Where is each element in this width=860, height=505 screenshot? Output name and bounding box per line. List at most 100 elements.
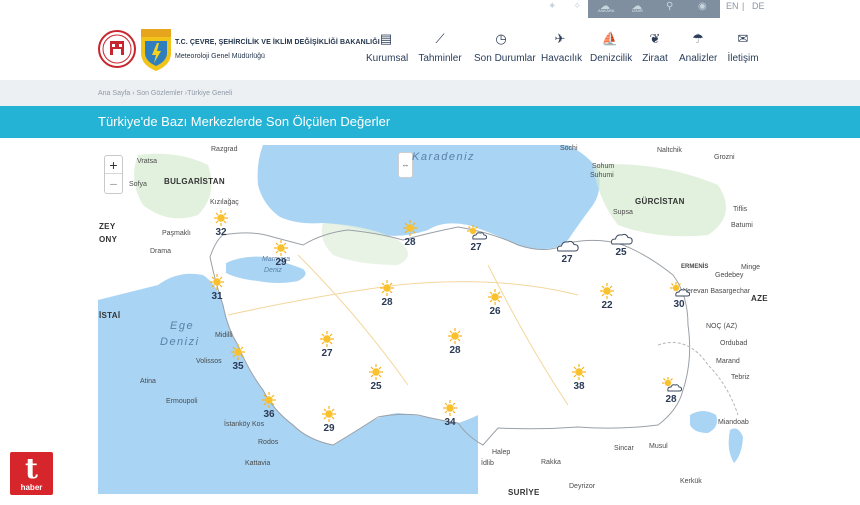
sun-icon: [395, 219, 425, 237]
station-diyarbakir[interactable]: 38: [564, 363, 594, 393]
nav-label: Tahminler: [418, 53, 462, 64]
nav-label: İletişim: [727, 53, 759, 64]
station-temp: 28: [404, 237, 416, 248]
nav-ziraat[interactable]: ❦ Ziraat: [641, 30, 669, 64]
station-temp: 30: [673, 299, 685, 310]
station-kars[interactable]: 30: [664, 281, 694, 311]
station-temp: 29: [323, 423, 335, 434]
label-kerkuk: Kerkük: [680, 478, 702, 485]
lang-en[interactable]: EN: [726, 1, 739, 11]
ministry-logo[interactable]: [98, 27, 136, 71]
nav-label: Son Durumlar: [474, 53, 536, 64]
top-bar: ✦ ✧ ☁ ANKARA ☁ İZMİR ⚲ ◉ EN | DE: [0, 0, 860, 18]
station-erzurum[interactable]: 22: [592, 282, 622, 312]
label-miandoab: Miandoab: [718, 419, 749, 426]
ankara-label: ANKARA: [598, 8, 615, 13]
microphone-icon[interactable]: ⚲: [666, 1, 673, 12]
nav-analizler[interactable]: ☂ Analizler: [679, 30, 717, 64]
station-van[interactable]: 28: [656, 376, 686, 406]
label-atina: Atina: [140, 378, 156, 385]
station-kayseri[interactable]: 28: [440, 327, 470, 357]
sun-icon: [202, 273, 232, 291]
station-temp: 36: [263, 409, 275, 420]
zoom-in-button[interactable]: +: [105, 156, 122, 174]
station-antalya[interactable]: 29: [314, 405, 344, 435]
label-volissos: Volissos: [196, 358, 222, 365]
haber-badge[interactable]: t haber: [10, 452, 53, 495]
zoom-out-button[interactable]: −: [105, 175, 122, 193]
station-temp: 28: [449, 345, 461, 356]
nav-kurumsal[interactable]: ▤ Kurumsal: [366, 30, 409, 64]
nav-son-durumlar[interactable]: ◷ Son Durumlar: [474, 30, 536, 64]
station-giresun[interactable]: 27: [552, 236, 582, 266]
clock-icon: ◷: [495, 31, 507, 46]
nav-label: Analizler: [679, 53, 718, 64]
nav-havacilik[interactable]: ✈ Havacılık: [541, 30, 583, 64]
breadcrumb[interactable]: Ana Sayfa › Son Gözlemler ›Türkiye Genel…: [98, 90, 232, 97]
station-rize[interactable]: 25: [606, 229, 636, 259]
weather-shortcuts: ☁ ANKARA ☁ İZMİR ⚲ ◉: [588, 0, 720, 18]
label-kattavia: Kattavia: [245, 460, 271, 467]
label-edge-right-2: AZE: [751, 294, 768, 303]
collapse-toggle-button[interactable]: ↔: [398, 152, 413, 178]
sun-icon: [592, 282, 622, 300]
station-samsun[interactable]: 27: [461, 224, 491, 254]
label-kizilagac: Kızılağaç: [210, 199, 239, 206]
weather-icon: ☂: [692, 31, 704, 46]
label-tiflis: Tiflis: [733, 206, 748, 213]
nav-denizcilik[interactable]: ⛵ Denizcilik: [590, 30, 633, 64]
meteoroloji-logo[interactable]: [141, 29, 171, 71]
station-kastamonu[interactable]: 28: [395, 219, 425, 249]
nav-label: Havacılık: [541, 53, 583, 64]
izmir-label: İZMİR: [632, 8, 643, 13]
nav-iletisim[interactable]: ✉ İletişim: [727, 30, 759, 64]
nav-tahminler[interactable]: ⟋ Tahminler: [418, 30, 462, 64]
station-istanbul[interactable]: 29: [266, 239, 296, 269]
label-edge-right-1: Minge: [741, 264, 761, 271]
station-mugla[interactable]: 36: [254, 391, 284, 421]
label-pasmakli: Paşmaklı: [162, 230, 191, 237]
twitter-icon[interactable]: ✧: [573, 1, 581, 12]
sun-icon: [564, 363, 594, 381]
label-batumi: Batumi: [731, 222, 753, 229]
nav-label: Kurumsal: [366, 53, 409, 64]
sun-icon: [312, 330, 342, 348]
page-title: Türkiye'de Bazı Merkezlerde Son Ölçülen …: [98, 114, 391, 129]
accessibility-eye-icon[interactable]: ◉: [698, 1, 707, 12]
sun-icon: [314, 405, 344, 423]
label-rakka: Rakka: [541, 459, 561, 466]
station-izmir[interactable]: 35: [223, 343, 253, 373]
station-temp: 27: [470, 242, 482, 253]
station-canakkale[interactable]: 31: [202, 273, 232, 303]
station-sivas[interactable]: 26: [480, 288, 510, 318]
label-ege-1: Ege: [170, 320, 195, 332]
facebook-icon[interactable]: ✦: [548, 1, 556, 12]
sun-icon: [206, 209, 236, 227]
label-drama: Drama: [150, 248, 172, 255]
label-vratsa: Vratsa: [137, 158, 157, 165]
badge-text: haber: [20, 483, 43, 492]
station-temp: 28: [381, 297, 393, 308]
station-afyon[interactable]: 27: [312, 330, 342, 360]
station-temp: 35: [232, 361, 244, 372]
label-bulgaristan: BULGARİSTAN: [164, 177, 225, 186]
station-temp: 28: [665, 394, 677, 405]
label-gedebey: Gedebey: [715, 272, 744, 279]
label-marand: Marand: [716, 358, 740, 365]
station-edirne[interactable]: 32: [206, 209, 236, 239]
station-adana[interactable]: 34: [435, 399, 465, 429]
partly-cloudy-icon: [461, 224, 491, 242]
label-midilli: Midilli: [215, 332, 233, 339]
cloud-icon: [552, 236, 582, 254]
label-ermoupoli: Ermoupoli: [166, 398, 198, 405]
lang-de[interactable]: DE: [752, 1, 765, 11]
nav-label: Denizcilik: [590, 53, 633, 64]
station-ankara[interactable]: 28: [372, 279, 402, 309]
label-suriye: SURİYE: [508, 488, 540, 497]
label-edge-left-2: ONY: [99, 235, 118, 244]
chart-icon: ⟋: [435, 31, 445, 46]
station-konya[interactable]: 25: [361, 363, 391, 393]
sun-icon: [266, 239, 296, 257]
sun-icon: [435, 399, 465, 417]
station-temp: 27: [561, 254, 573, 265]
